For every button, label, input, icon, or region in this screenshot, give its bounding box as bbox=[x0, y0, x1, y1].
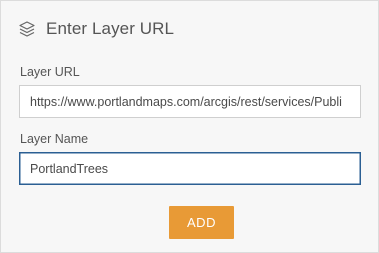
add-button[interactable]: ADD bbox=[169, 206, 234, 239]
layer-name-input[interactable] bbox=[19, 152, 361, 185]
enter-layer-url-panel: Enter Layer URL Layer URL Layer Name ADD bbox=[0, 0, 379, 253]
panel-header: Enter Layer URL bbox=[18, 19, 174, 39]
layer-url-input[interactable] bbox=[19, 85, 361, 118]
layer-name-label: Layer Name bbox=[20, 132, 89, 146]
panel-title: Enter Layer URL bbox=[46, 19, 175, 38]
layers-icon bbox=[18, 20, 36, 38]
layer-url-label: Layer URL bbox=[20, 65, 80, 79]
